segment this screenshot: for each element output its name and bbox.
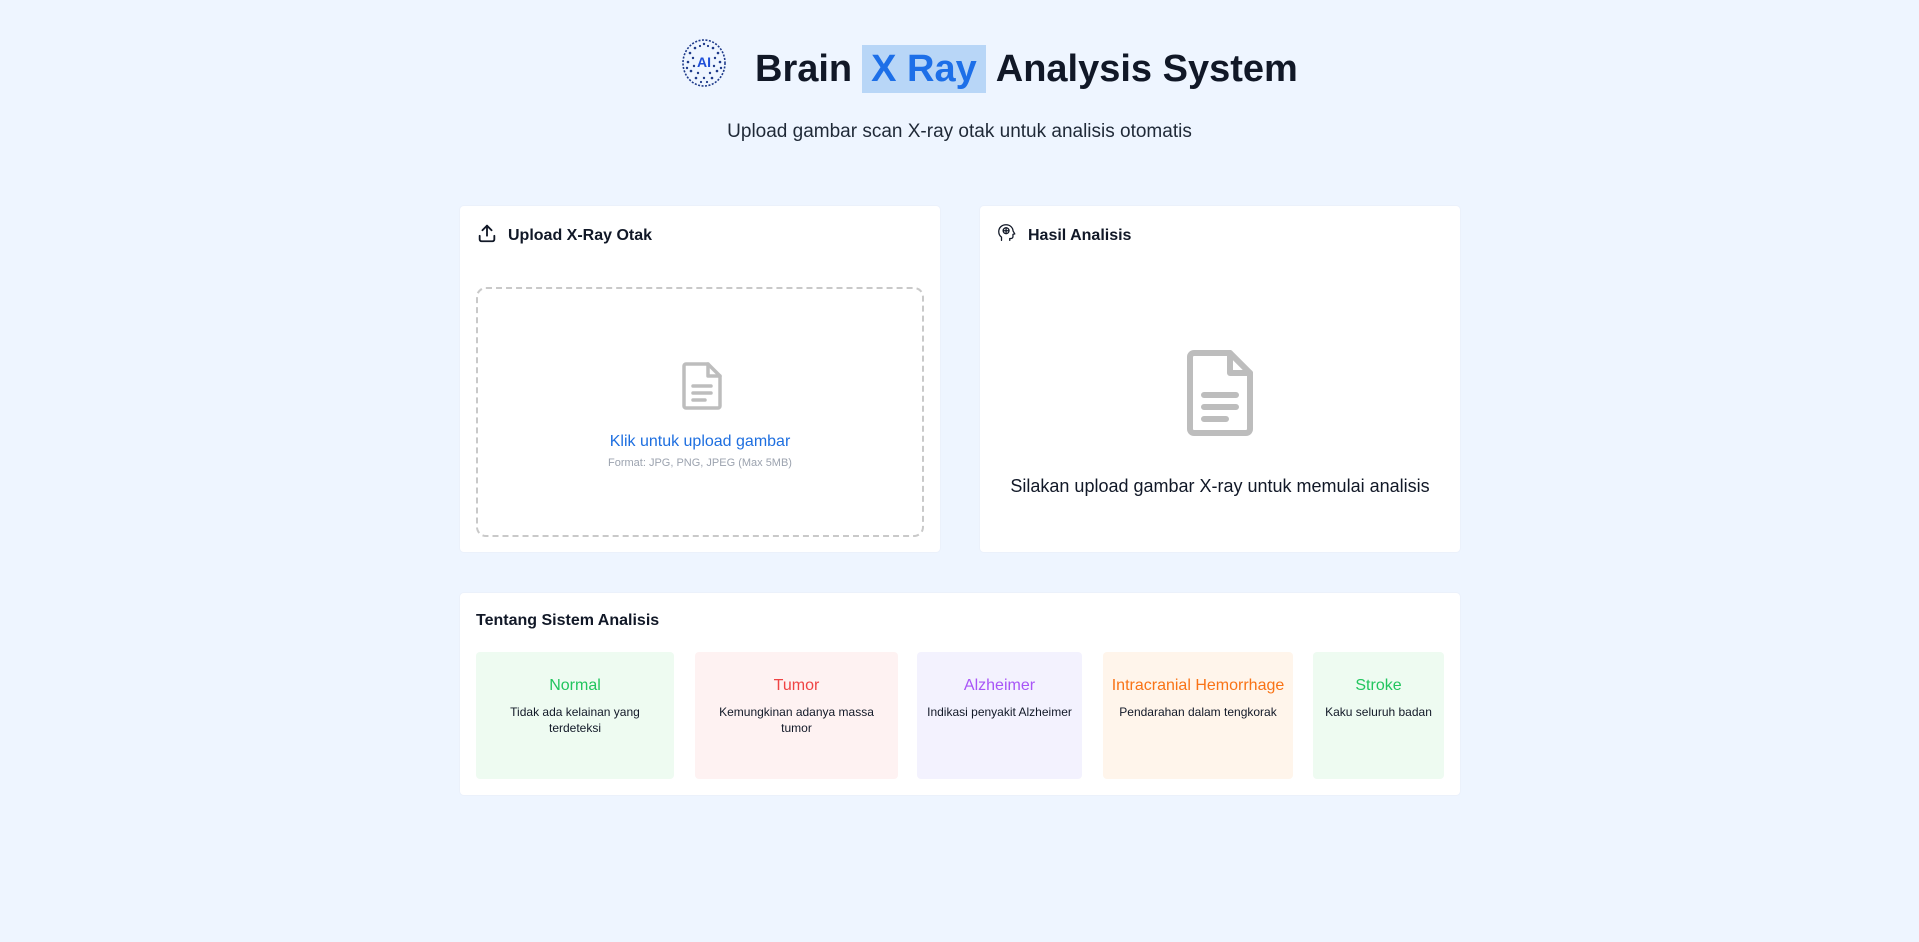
about-panel-title: Tentang Sistem Analisis <box>476 612 660 629</box>
upload-dropzone[interactable]: Klik untuk upload gambar Format: JPG, PN… <box>476 287 924 537</box>
document-icon <box>682 362 722 410</box>
document-icon <box>1187 350 1253 436</box>
title-highlight: X Ray <box>862 45 986 93</box>
brain-head-icon <box>998 224 1016 241</box>
page-title: Brain X Ray Analysis System <box>755 43 1298 95</box>
category-card-intracranial-hemorrhage: Intracranial Hemorrhage Pendarahan dalam… <box>1103 652 1293 779</box>
category-card-alzheimer: Alzheimer Indikasi penyakit Alzheimer <box>917 652 1082 779</box>
category-card-stroke: Stroke Kaku seluruh badan <box>1313 652 1444 779</box>
category-name: Normal <box>549 677 601 694</box>
category-description: Pendarahan dalam tengkorak <box>1119 705 1277 719</box>
category-description: Kaku seluruh badan <box>1325 705 1432 719</box>
result-panel-title: Hasil Analisis <box>1028 227 1132 244</box>
category-description: Indikasi penyakit Alzheimer <box>927 705 1072 719</box>
logo-ai-text: AI <box>697 54 711 70</box>
page-subtitle: Upload gambar scan X-ray otak untuk anal… <box>727 121 1192 142</box>
upload-panel-title: Upload X-Ray Otak <box>508 227 653 244</box>
about-panel: Tentang Sistem Analisis Normal Tidak ada… <box>460 593 1460 795</box>
upload-icon <box>478 224 496 243</box>
result-panel: Hasil Analisis Silakan upload gambar X-r… <box>980 206 1460 552</box>
category-name: Stroke <box>1355 677 1402 694</box>
category-description: Tidak ada kelainan yang terdeteksi <box>510 705 640 735</box>
result-empty-message: Silakan upload gambar X-ray untuk memula… <box>1010 476 1430 496</box>
category-name: Intracranial Hemorrhage <box>1111 677 1285 694</box>
ai-brain-icon: AI <box>682 39 726 87</box>
page-header: AI Brain X Ray Analysis System Upload ga… <box>0 0 1919 160</box>
upload-format-hint: Format: JPG, PNG, JPEG (Max 5MB) <box>608 457 792 469</box>
category-card-tumor: Tumor Kemungkinan adanya massa tumor <box>695 652 898 779</box>
upload-dropzone-label[interactable]: Klik untuk upload gambar <box>478 433 922 451</box>
category-name: Alzheimer <box>963 677 1036 694</box>
upload-panel: Upload X-Ray Otak Klik untuk upload gamb… <box>460 206 940 552</box>
category-name: Tumor <box>773 677 820 694</box>
category-card-normal: Normal Tidak ada kelainan yang terdeteks… <box>476 652 674 779</box>
category-description: Kemungkinan adanya massa tumor <box>719 705 874 735</box>
title-analysis-system: Analysis System <box>995 47 1298 90</box>
title-brain: Brain <box>755 47 853 90</box>
